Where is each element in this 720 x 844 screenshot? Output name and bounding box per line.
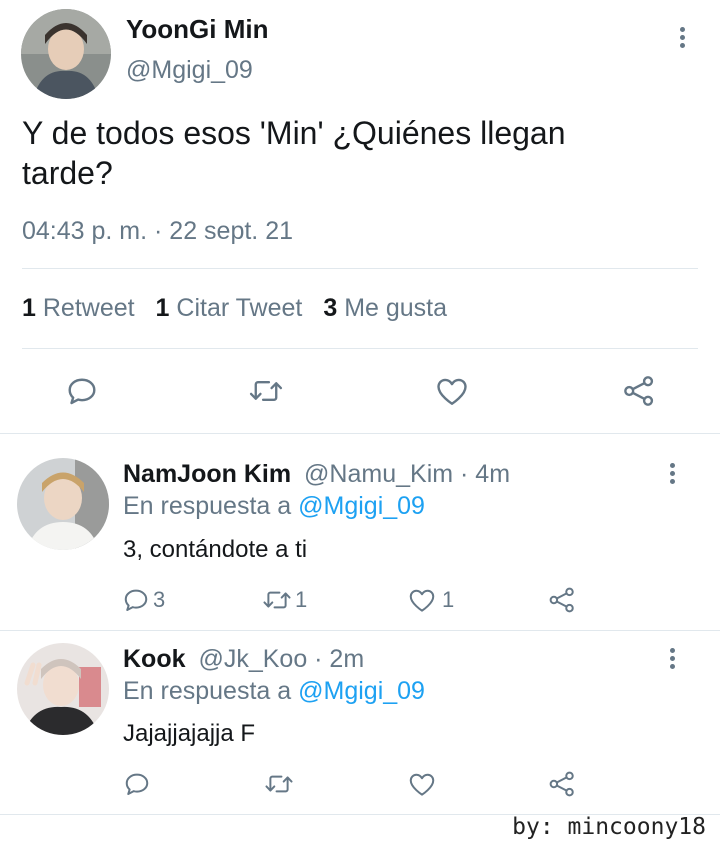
reply-author-name[interactable]: NamJoon Kim xyxy=(123,460,291,488)
share-icon[interactable] xyxy=(546,585,578,615)
more-options-icon[interactable] xyxy=(670,463,676,487)
retweet-icon[interactable] xyxy=(263,769,295,799)
reply-handle-time[interactable]: @Namu_Kim · 4m xyxy=(304,460,510,488)
avatar-yoongi[interactable] xyxy=(21,9,111,99)
like-icon[interactable] xyxy=(433,373,471,409)
reply-context: En respuesta a @Mgigi_09 xyxy=(123,677,425,706)
reply-header: Kook @Jk_Koo · 2m xyxy=(123,645,364,674)
likes-stat[interactable]: 3 Me gusta xyxy=(323,294,447,322)
reply-header: NamJoon Kim @Namu_Kim · 4m xyxy=(123,460,510,489)
reply-context: En respuesta a @Mgigi_09 xyxy=(123,492,425,521)
author-handle[interactable]: @Mgigi_09 xyxy=(126,56,253,85)
tweet-timestamp[interactable]: 04:43 p. m. · 22 sept. 21 xyxy=(22,217,293,246)
retweet-icon xyxy=(263,591,291,609)
reply-icon[interactable] xyxy=(121,769,153,799)
likes-count: 3 xyxy=(323,294,338,322)
reply-author-name[interactable]: Kook xyxy=(123,645,186,673)
share-icon[interactable] xyxy=(546,769,578,799)
divider xyxy=(22,348,698,349)
retweet-count: 1 xyxy=(295,587,308,612)
more-options-icon[interactable] xyxy=(670,648,676,672)
more-options-icon[interactable] xyxy=(680,27,686,51)
like-icon xyxy=(409,589,435,612)
like-action[interactable]: 1 xyxy=(406,585,454,615)
divider xyxy=(0,433,720,434)
share-icon[interactable] xyxy=(620,373,658,409)
watermark: by: mincoony18 xyxy=(512,814,706,840)
avatar-namjoon[interactable] xyxy=(17,458,109,550)
reply-count: 3 xyxy=(153,587,166,612)
avatar-kook[interactable] xyxy=(17,643,109,735)
reply-text: 3, contándote a ti xyxy=(123,536,308,563)
like-count: 1 xyxy=(442,587,455,612)
retweet-icon[interactable] xyxy=(247,373,285,409)
quotes-label: Citar Tweet xyxy=(176,294,303,322)
retweets-count: 1 xyxy=(22,294,36,322)
reply-context-handle[interactable]: @Mgigi_09 xyxy=(298,492,425,520)
reply-icon[interactable] xyxy=(64,373,100,409)
quotes-stat[interactable]: 1 Citar Tweet xyxy=(156,294,310,322)
reply-context-handle[interactable]: @Mgigi_09 xyxy=(298,677,425,705)
reply-action[interactable]: 3 xyxy=(121,585,165,615)
tweet-stats: 1 Retweet 1 Citar Tweet 3 Me gusta xyxy=(22,294,447,323)
author-name[interactable]: YoonGi Min xyxy=(126,14,269,45)
reply-icon xyxy=(124,589,148,611)
tweet-text: Y de todos esos 'Min' ¿Quiénes llegan ta… xyxy=(22,115,566,191)
retweets-stat[interactable]: 1 Retweet xyxy=(22,294,142,322)
divider xyxy=(0,630,720,631)
quotes-count: 1 xyxy=(155,294,170,322)
like-icon[interactable] xyxy=(406,769,438,799)
retweets-label: Retweet xyxy=(42,294,135,322)
reply-handle-time[interactable]: @Jk_Koo · 2m xyxy=(198,645,364,673)
reply-context-prefix: En respuesta a xyxy=(123,677,292,705)
divider xyxy=(22,268,698,269)
reply-context-prefix: En respuesta a xyxy=(123,492,292,520)
reply-text: Jajajjajajja F xyxy=(123,720,256,747)
likes-label: Me gusta xyxy=(344,294,448,322)
retweet-action[interactable]: 1 xyxy=(261,585,307,615)
